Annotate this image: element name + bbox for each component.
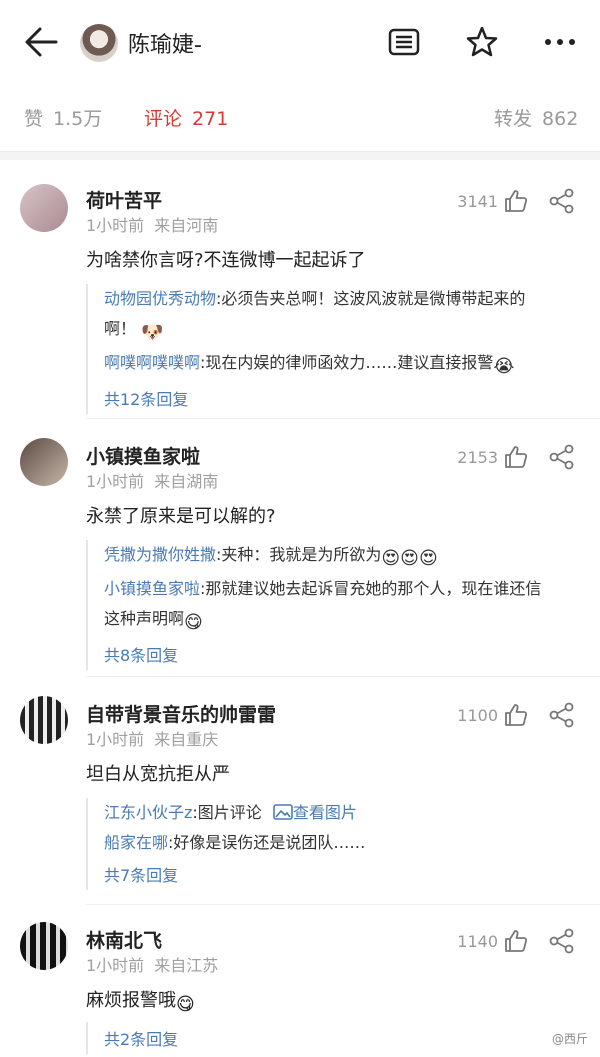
comment-text: 永禁了原来是可以解的? [86,506,276,527]
tab-comments[interactable]: 评论 271 [144,104,228,131]
share-icon[interactable] [548,702,576,728]
comment-author[interactable]: 小镇摸鱼家啦 [86,442,200,469]
more-replies-link[interactable]: 共2条回复 [104,1026,576,1054]
more-replies-link[interactable]: 共7条回复 [104,862,576,890]
view-image-link[interactable]: 查看图片 [293,803,357,822]
reply-author[interactable]: 啊噗啊噗噗啊 [104,353,200,372]
arrow-left-icon[interactable] [22,24,62,60]
comment-text-content: 麻烦报警哦 [86,990,176,1011]
star-icon[interactable] [464,24,500,60]
likes-label: 赞 [24,108,44,130]
reply-author[interactable]: 动物园优秀动物 [104,289,216,308]
reply-author[interactable]: 小镇摸鱼家啦 [104,579,200,598]
share-icon[interactable] [548,928,576,954]
reply-item[interactable]: 啊噗啊噗噗啊:现在内娱的律师函效力……建议直接报警😭 [104,348,576,382]
stats-bar: 赞 1.5万 评论 271 转发 862 [0,82,600,152]
comment-meta: 1小时前 来自江苏 [86,952,218,976]
avatar[interactable] [80,24,118,62]
more-replies-link[interactable]: 共12条回复 [104,386,576,414]
image-icon[interactable] [273,804,293,820]
comment-text: 麻烦报警哦😋 [86,986,195,1015]
reply-text: :现在内娱的律师函效力……建议直接报警 [200,353,494,372]
divider [86,676,600,677]
reply-item[interactable]: 小镇摸鱼家啦:那就建议她去起诉冒充她的那个人，现在谁还信 [104,574,576,604]
likes-count: 1.5万 [53,108,103,130]
yummy-emoji-icon: 😋 [184,612,203,633]
thumb-up-icon[interactable] [503,188,529,214]
reply-item[interactable]: 凭撒为撒你姓撒:夹种：我就是为所欲为😍😍😍 [104,540,576,574]
reposts-label: 转发 [494,108,533,130]
tab-reposts[interactable]: 转发 862 [494,104,578,131]
reply-list: 凭撒为撒你姓撒:夹种：我就是为所欲为😍😍😍 小镇摸鱼家啦:那就建议她去起诉冒充她… [86,540,576,670]
reply-list: 江东小伙子z:图片评论 查看图片 船家在哪:好像是误伤还是说团队…… 共7条回复 [86,798,576,890]
comment-meta: 1小时前 来自河南 [86,212,218,236]
crying-emoji-icon: 😭 [493,356,515,377]
thumb-up-icon[interactable] [503,928,529,954]
like-count: 1140 [457,932,498,951]
comment-text: 为啥禁你言呀?不连微博一起起诉了 [86,250,366,271]
reply-text: :好像是误伤还是说团队…… [168,833,366,852]
reply-text: :图片评论 [192,803,262,822]
comment-time: 1小时前 [86,956,145,975]
section-separator [0,152,600,160]
comment-location: 来自江苏 [154,956,219,975]
divider [86,418,600,419]
thumb-up-icon[interactable] [503,702,529,728]
share-icon[interactable] [548,188,576,214]
comment-meta: 1小时前 来自湖南 [86,468,218,492]
yummy-emoji-icon: 😋 [176,994,195,1015]
like-count: 2153 [457,448,498,467]
reply-text: 这种声明啊 [104,609,185,628]
avatar[interactable] [20,696,68,744]
reply-item-continued: 这种声明啊😋 [104,604,576,638]
reply-author[interactable]: 船家在哪 [104,833,168,852]
reply-text: :必须告夹总啊！这波风波就是微博带起来的 [216,289,526,308]
watermark: @西斤 [551,1032,588,1046]
reply-item-continued: 啊！ 🐶 [104,314,576,348]
comment-location: 来自湖南 [154,472,219,491]
reply-author[interactable]: 凭撒为撒你姓撒 [104,545,216,564]
reply-list: 共2条回复 [86,1022,576,1054]
comment-author[interactable]: 荷叶苦平 [86,186,162,213]
like-count: 3141 [457,192,498,211]
divider [86,904,600,905]
comments-label: 评论 [144,108,183,130]
reply-item[interactable]: 江东小伙子z:图片评论 查看图片 [104,798,576,828]
comment-author[interactable]: 自带背景音乐的帅雷雷 [86,700,276,727]
share-icon[interactable] [548,444,576,470]
avatar[interactable] [20,184,68,232]
comment-time: 1小时前 [86,472,145,491]
like-count: 1100 [457,706,498,725]
top-bar: 陈瑜婕- [0,0,600,82]
reply-item[interactable]: 船家在哪:好像是误伤还是说团队…… [104,828,576,858]
comment-time: 1小时前 [86,216,145,235]
reply-text: 啊！ [104,319,137,338]
comment-location: 来自河南 [154,216,219,235]
list-icon[interactable] [386,24,422,60]
avatar[interactable] [20,922,68,970]
comment-time: 1小时前 [86,730,145,749]
comment-author[interactable]: 林南北飞 [86,926,162,953]
reply-text: :夹种：我就是为所欲为 [216,545,382,564]
reply-list: 动物园优秀动物:必须告夹总啊！这波风波就是微博带起来的 啊！ 🐶 啊噗啊噗噗啊:… [86,284,576,414]
comment-meta: 1小时前 来自重庆 [86,726,218,750]
doge-emoji-icon: 🐶 [141,322,164,343]
reply-item[interactable]: 动物园优秀动物:必须告夹总啊！这波风波就是微博带起来的 [104,284,576,314]
more-icon[interactable] [542,24,578,60]
avatar[interactable] [20,438,68,486]
comment-location: 来自重庆 [154,730,219,749]
comments-count: 271 [192,108,229,130]
more-replies-link[interactable]: 共8条回复 [104,642,576,670]
page-title[interactable]: 陈瑜婕- [128,27,202,59]
reply-author[interactable]: 江东小伙子z [104,803,192,822]
reposts-count: 862 [542,108,579,130]
thumb-up-icon[interactable] [503,444,529,470]
tab-likes[interactable]: 赞 1.5万 [24,104,102,131]
heart-eyes-emoji-icon: 😍😍😍 [381,548,438,569]
reply-text: :那就建议她去起诉冒充她的那个人，现在谁还信 [200,579,542,598]
comment-text: 坦白从宽抗拒从严 [86,764,230,785]
